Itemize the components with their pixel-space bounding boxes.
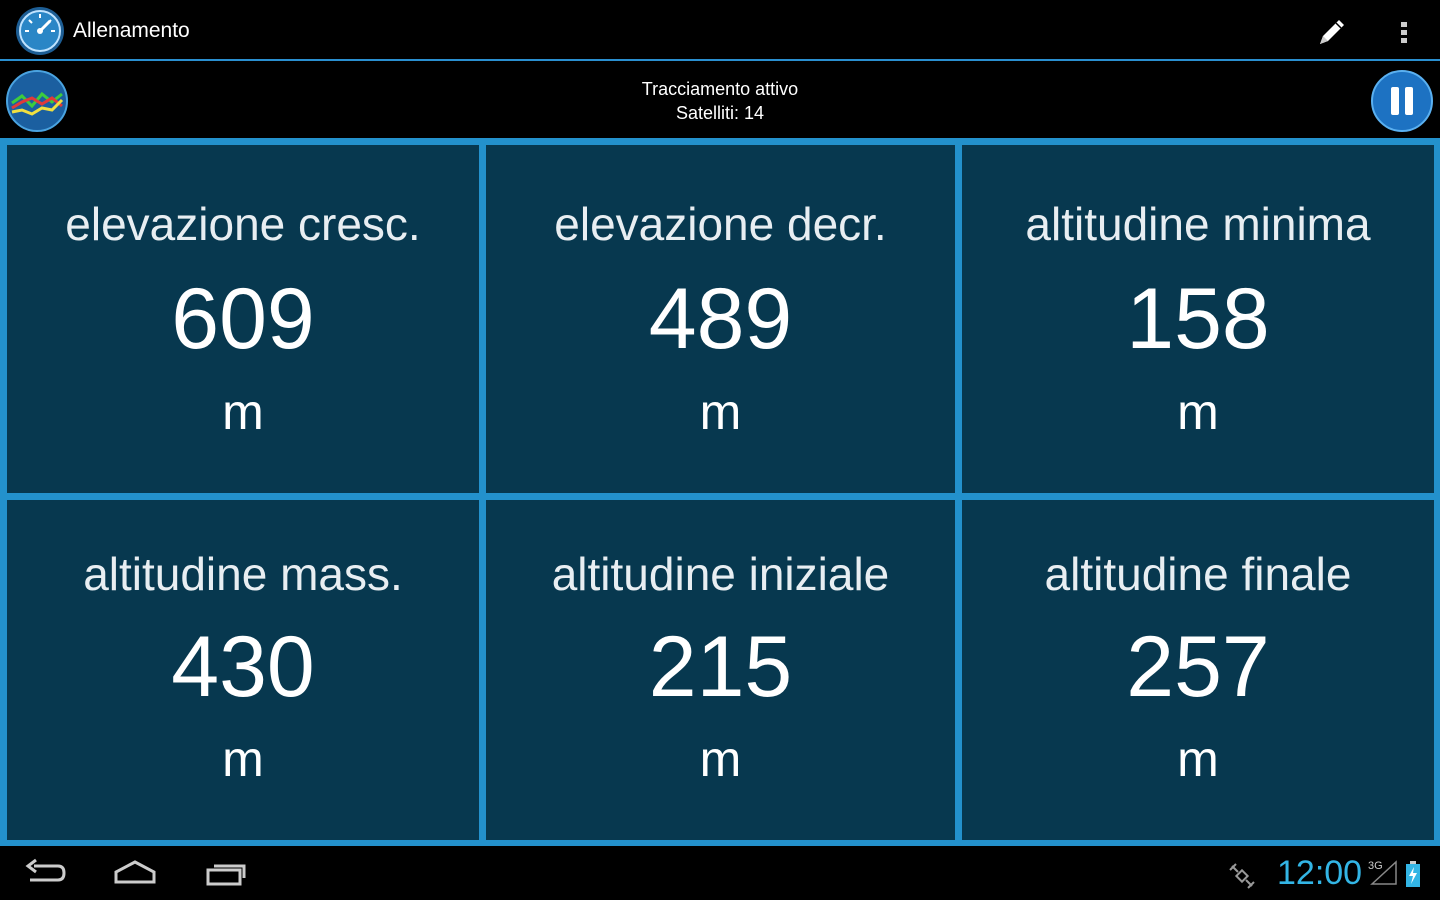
tile-end-altitude[interactable]: altitudine finale 257 m <box>962 500 1434 840</box>
clock: 12:00 <box>1277 854 1363 892</box>
signal-icon: 3G <box>1368 860 1398 886</box>
action-bar: Allenamento <box>0 0 1440 61</box>
tile-unit: m <box>222 384 264 440</box>
overflow-menu-icon[interactable] <box>1392 14 1416 50</box>
tile-unit: m <box>699 731 742 787</box>
tile-value: 215 <box>648 619 793 715</box>
back-icon[interactable] <box>24 856 66 890</box>
tile-value: 430 <box>171 619 315 715</box>
pencil-icon[interactable] <box>1312 12 1352 52</box>
satellite-count: Satelliti: 14 <box>675 103 765 123</box>
gps-satellite-icon <box>1229 863 1255 889</box>
tile-max-altitude[interactable]: altitudine mass. 430 m <box>7 500 479 840</box>
tile-label: altitudine minima <box>1025 198 1371 250</box>
tile-unit: m <box>1177 384 1219 440</box>
system-navigation-bar: 12:00 3G <box>0 846 1440 900</box>
tracking-status-bar: Tracciamento attivo Satelliti: 14 <box>0 63 1440 138</box>
tile-elevation-loss[interactable]: elevazione decr. 489 m <box>486 145 955 493</box>
tile-value: 489 <box>648 271 793 367</box>
tile-start-altitude[interactable]: altitudine iniziale 215 m <box>486 500 955 840</box>
tile-min-altitude[interactable]: altitudine minima 158 m <box>962 145 1434 493</box>
tile-label: elevazione cresc. <box>65 198 421 250</box>
tile-unit: m <box>1177 731 1219 787</box>
tile-elevation-gain[interactable]: elevazione cresc. 609 m <box>7 145 479 493</box>
app-title: Allenamento <box>73 19 190 42</box>
tile-label: altitudine finale <box>1044 548 1352 600</box>
tile-unit: m <box>699 384 742 440</box>
tile-unit: m <box>222 731 264 787</box>
tracking-status: Tracciamento attivo <box>641 79 799 99</box>
recents-icon[interactable] <box>204 856 248 890</box>
home-icon[interactable] <box>112 856 158 890</box>
battery-charging-icon <box>1406 861 1420 887</box>
stats-grid: elevazione cresc. 609 m elevazione decr.… <box>0 138 1440 846</box>
pause-icon[interactable] <box>1371 70 1433 132</box>
tile-value: 257 <box>1126 619 1270 715</box>
tile-label: altitudine iniziale <box>551 548 890 600</box>
speedometer-icon[interactable] <box>15 6 65 56</box>
tile-value: 158 <box>1126 271 1270 367</box>
tile-label: elevazione decr. <box>554 198 887 250</box>
tile-label: altitudine mass. <box>83 548 403 600</box>
tile-value: 609 <box>171 271 315 367</box>
network-type-label: 3G <box>1368 860 1383 872</box>
